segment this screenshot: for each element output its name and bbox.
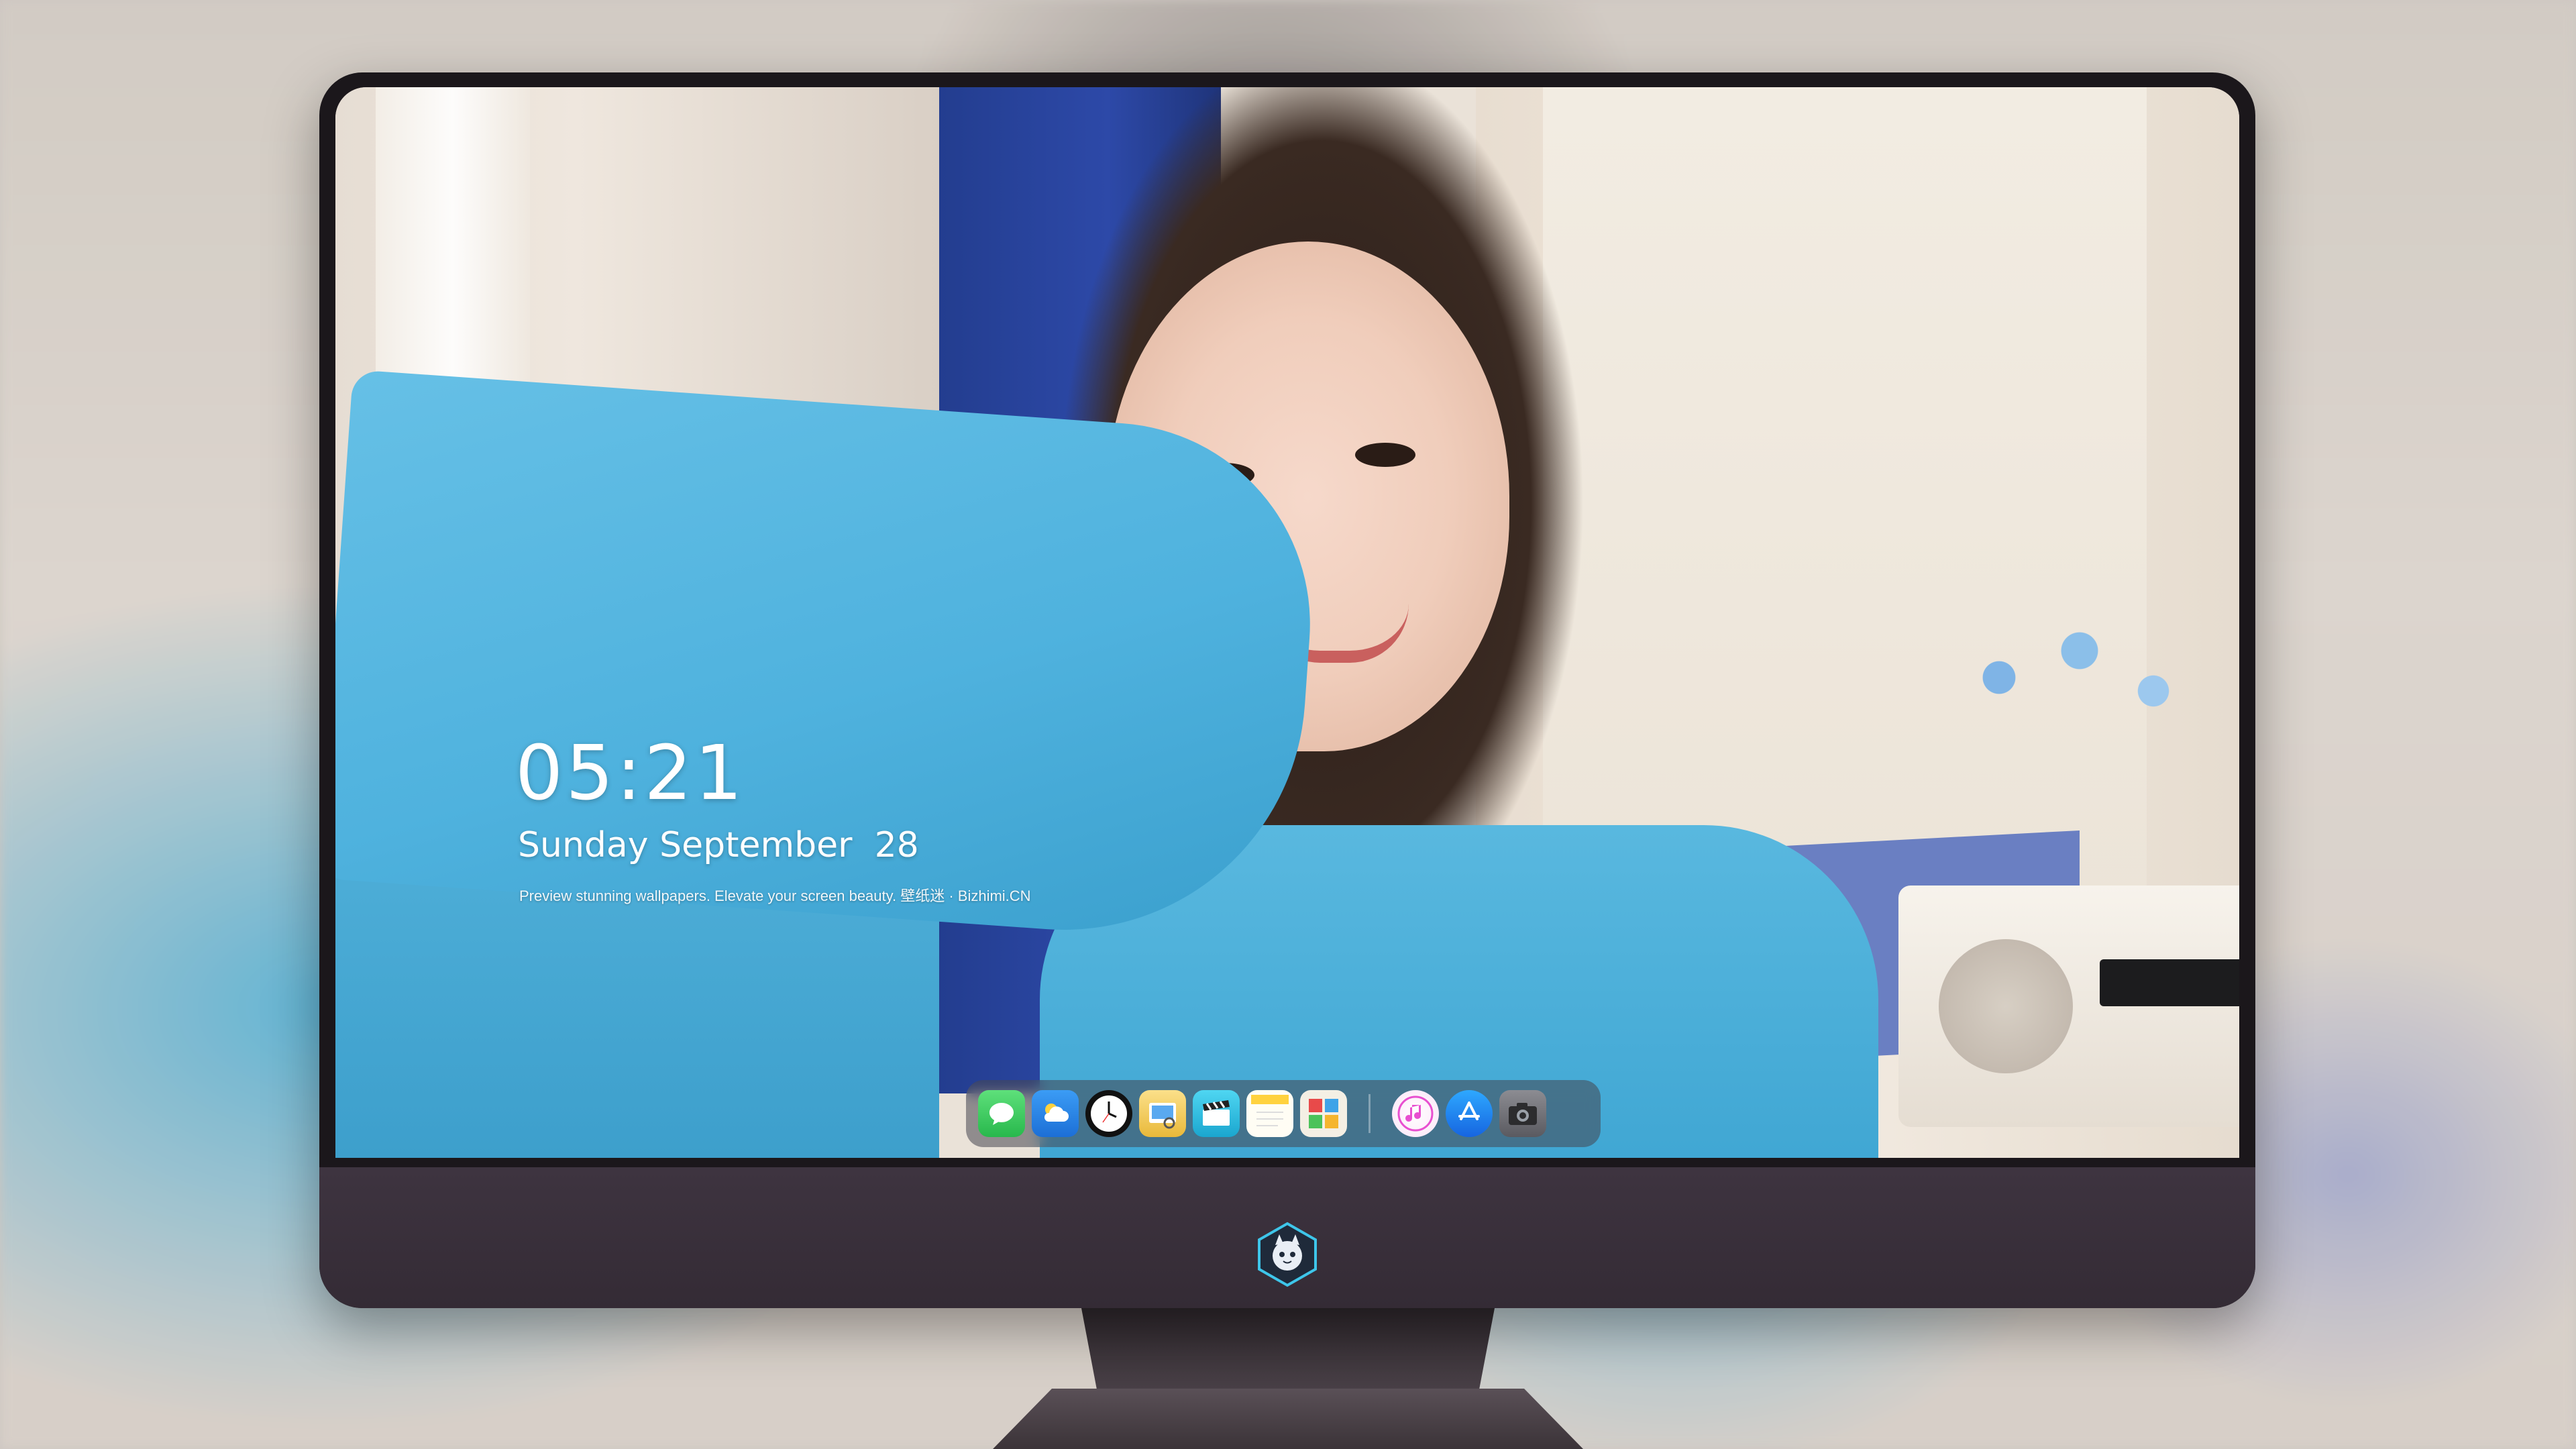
lock-tagline: Preview stunning wallpapers. Elevate you… [519, 888, 1031, 904]
dock-app-weather[interactable] [1032, 1090, 1079, 1137]
clock-icon [1091, 1095, 1127, 1132]
dock-app-notes[interactable] [1246, 1090, 1293, 1137]
lock-screen: 05:21 Sunday September 28 Preview stunni… [335, 87, 2239, 1158]
dock-app-preview[interactable] [1139, 1090, 1186, 1137]
clapperboard-icon [1203, 1100, 1230, 1126]
wallpaper [335, 87, 2239, 1158]
lock-date: Sunday September 28 [518, 825, 919, 865]
dock-app-itunes[interactable] [1392, 1090, 1439, 1137]
cloud-sun-icon [1044, 1104, 1069, 1122]
dock-app-clips[interactable] [1193, 1090, 1240, 1137]
dock-app-clock[interactable] [1085, 1090, 1132, 1137]
app-store-icon [1458, 1102, 1480, 1120]
cat-mascot-logo-icon [1258, 1222, 1317, 1287]
wallpaper-person-eye-right [1355, 443, 1415, 467]
dock-app-photo-booth[interactable] [1300, 1090, 1347, 1137]
photo-viewer-icon [1149, 1103, 1176, 1129]
monitor-stand-base [993, 1389, 1583, 1449]
message-bubble-icon [989, 1103, 1014, 1125]
dock-app-app-store[interactable] [1446, 1090, 1493, 1137]
camera-icon [1509, 1103, 1537, 1125]
wallpaper-radio-speaker [1939, 939, 2073, 1073]
dock-app-messages[interactable] [978, 1090, 1025, 1137]
monitor-chin [319, 1167, 2255, 1308]
dock [966, 1080, 1601, 1147]
monitor-stand-neck [1081, 1308, 1495, 1395]
notes-icon [1251, 1095, 1289, 1126]
lock-clock: 05:21 [515, 730, 745, 817]
photo-booth-icon [1309, 1099, 1338, 1128]
monitor: 05:21 Sunday September 28 Preview stunni… [319, 72, 2255, 1308]
music-note-icon [1397, 1095, 1434, 1132]
dock-app-camera[interactable] [1499, 1090, 1546, 1137]
brand-logo [1254, 1221, 1321, 1288]
dock-separator [1368, 1094, 1371, 1133]
wallpaper-radio-display [2100, 959, 2239, 1006]
